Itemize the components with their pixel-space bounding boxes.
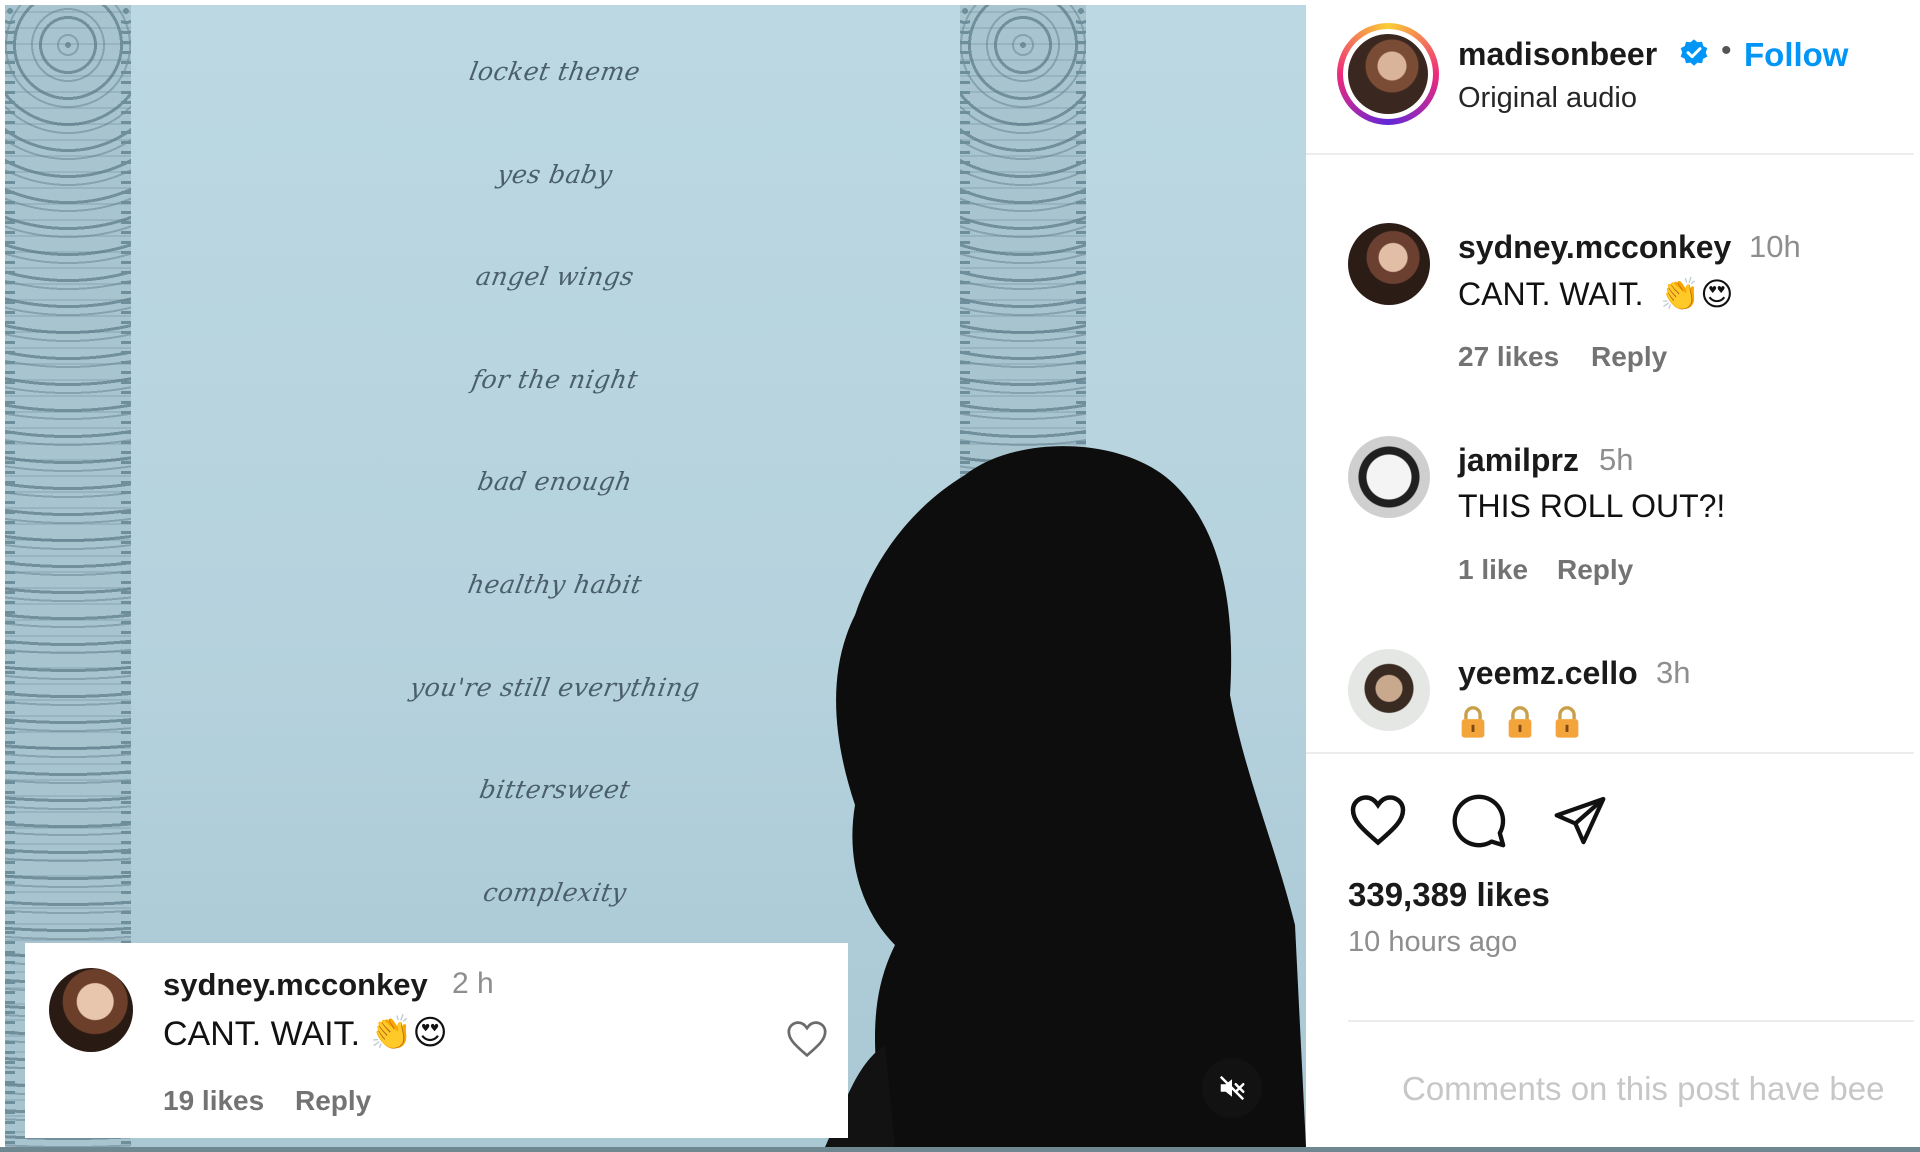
lock-icon	[1555, 705, 1579, 738]
reply-button[interactable]: Reply	[1557, 554, 1633, 586]
reply-button[interactable]: Reply	[295, 1085, 371, 1117]
speaker-muted-icon	[1219, 1075, 1245, 1101]
follow-button[interactable]: Follow	[1744, 36, 1848, 74]
comment-text	[1458, 701, 1599, 739]
comment-username[interactable]: sydney.mcconkey	[1458, 229, 1731, 266]
comment-time: 5h	[1599, 442, 1634, 477]
tracklist-item: bittersweet	[477, 775, 633, 804]
lock-icon	[1461, 705, 1485, 738]
comment-bubble-icon[interactable]	[1450, 792, 1508, 850]
divider	[1348, 1020, 1914, 1022]
mute-button[interactable]	[1202, 1058, 1262, 1118]
comment-emoji: 👏😍	[370, 1014, 448, 1052]
comment-username[interactable]: jamilprz	[1458, 442, 1579, 479]
post-likes[interactable]: 339,389 likes	[1348, 876, 1550, 914]
comment-item: sydney.mcconkey 10h CANT. WAIT. 👏😍 27 li…	[1306, 223, 1914, 403]
avatar	[1343, 29, 1433, 119]
post-header: madisonbeer • Follow Original audio	[1306, 0, 1914, 155]
story-ring[interactable]	[1337, 23, 1439, 125]
author-username[interactable]: madisonbeer	[1458, 36, 1657, 73]
comment-text-body: CANT. WAIT.	[1458, 276, 1644, 312]
overlay-comment-card: sydney.mcconkey 2 h CANT. WAIT. 👏😍 19 li…	[25, 943, 848, 1138]
separator-dot: •	[1721, 34, 1732, 67]
tracklist-item: angel wings	[473, 262, 637, 291]
comment-time: 3h	[1656, 655, 1691, 690]
heart-outline-icon[interactable]	[1348, 792, 1408, 848]
tracklist-item: you're still everything	[407, 673, 703, 702]
reply-button[interactable]: Reply	[1591, 341, 1667, 373]
avatar[interactable]	[49, 968, 133, 1052]
comments-disabled-note: Comments on this post have bee	[1402, 1070, 1885, 1107]
avatar[interactable]	[1348, 649, 1430, 731]
tracklist-item: yes baby	[495, 160, 615, 189]
post-side-panel: madisonbeer • Follow Original audio sydn…	[1306, 0, 1920, 1152]
audio-link[interactable]: Original audio	[1458, 82, 1637, 115]
silhouette-figure	[825, 446, 1306, 1147]
paper-plane-icon[interactable]	[1550, 792, 1610, 848]
tracklist-item: locket theme	[467, 57, 643, 86]
comment-text: CANT. WAIT. 👏😍	[1458, 275, 1734, 313]
comment-username[interactable]: sydney.mcconkey	[163, 967, 428, 1003]
lock-icon	[1508, 705, 1532, 738]
tracklist-item: complexity	[481, 878, 629, 907]
comment-text: CANT. WAIT.	[163, 1015, 361, 1053]
comment-time: 2 h	[452, 967, 494, 1000]
comment-emoji: 👏😍	[1660, 276, 1734, 312]
bottom-edge	[0, 1147, 1920, 1152]
verified-badge-icon	[1680, 39, 1708, 66]
tracklist-item: healthy habit	[465, 570, 645, 599]
comment-likes[interactable]: 27 likes	[1458, 341, 1559, 373]
avatar[interactable]	[1348, 223, 1430, 305]
comment-text: THIS ROLL OUT?!	[1458, 488, 1726, 524]
comment-username[interactable]: yeemz.cello	[1458, 655, 1638, 692]
divider	[1306, 752, 1914, 754]
tracklist-item: bad enough	[475, 467, 635, 496]
comment-item: jamilprz 5h THIS ROLL OUT?! 1 like Reply	[1306, 436, 1914, 616]
tracklist-item: for the night	[469, 365, 641, 394]
heart-outline-icon[interactable]	[785, 1019, 829, 1059]
comment-likes[interactable]: 1 like	[1458, 554, 1528, 586]
comment-likes[interactable]: 19 likes	[163, 1085, 264, 1117]
post-timestamp: 10 hours ago	[1348, 926, 1518, 958]
avatar[interactable]	[1348, 436, 1430, 518]
comment-time: 10h	[1749, 229, 1801, 264]
reel-video[interactable]: locket theme yes baby angel wings for th…	[5, 5, 1306, 1147]
